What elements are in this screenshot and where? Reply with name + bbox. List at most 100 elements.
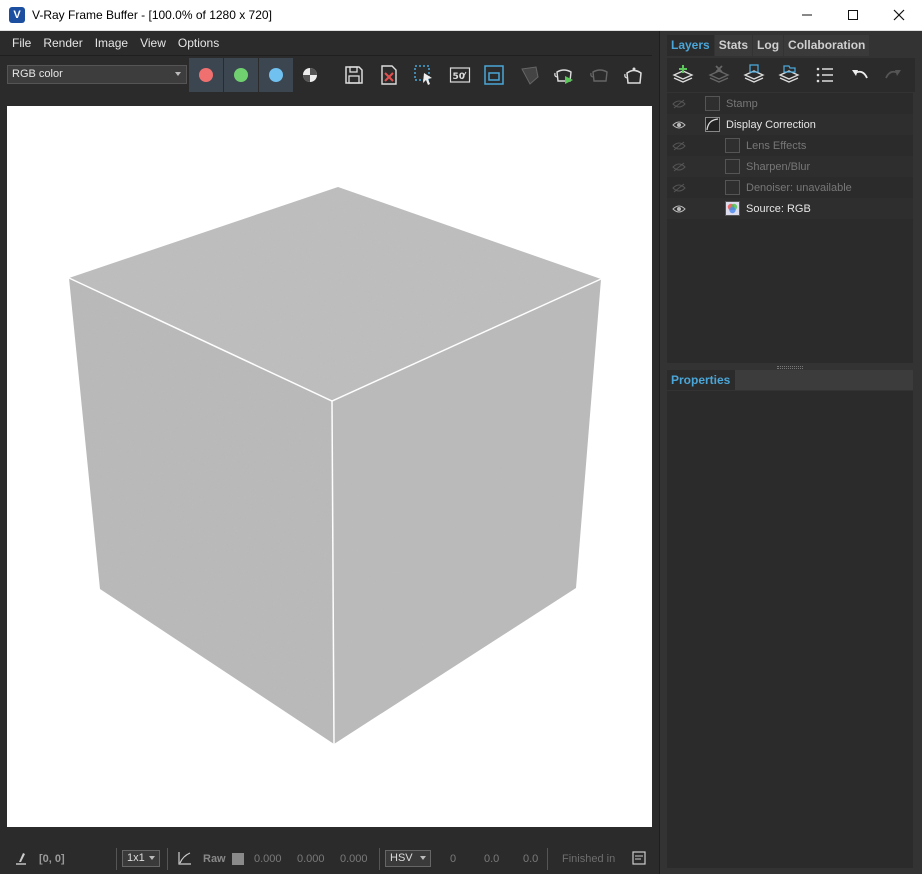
add-layer-icon <box>672 65 694 83</box>
save-layers-button[interactable] <box>741 63 767 87</box>
lens-button[interactable] <box>517 62 543 88</box>
eye-icon[interactable] <box>672 204 686 214</box>
pane-splitter[interactable] <box>652 31 659 874</box>
layer-row-denoiser[interactable]: Denoiser: unavailable <box>667 177 913 198</box>
channel-select[interactable]: RGB color <box>7 65 187 84</box>
save-image-button[interactable] <box>341 62 367 88</box>
render-viewport[interactable] <box>7 106 652 827</box>
render-interactive-icon <box>554 69 573 84</box>
layer-row-stamp[interactable]: Stamp <box>667 93 913 114</box>
curve-toggle-button[interactable] <box>177 850 193 870</box>
zoom-value: 1x1 <box>127 852 145 864</box>
minimize-icon <box>802 14 812 16</box>
chevron-down-icon <box>149 856 155 860</box>
menu-image[interactable]: Image <box>89 31 134 55</box>
blue-channel-button[interactable] <box>259 58 293 92</box>
main-toolbar: RGB color 50 <box>0 55 659 93</box>
hue-value: 0 <box>450 853 457 865</box>
layer-row-source-rgb[interactable]: Source: RGB <box>667 198 913 219</box>
region-render-icon <box>414 65 432 85</box>
vray-logo-icon: V <box>9 7 25 23</box>
layer-row-sharpen-blur[interactable]: Sharpen/Blur <box>667 156 913 177</box>
curve-icon <box>705 117 720 132</box>
layers-panel: Layers Stats Log Collaboration Stamp Dis… <box>659 31 922 874</box>
undo-icon <box>852 70 868 79</box>
green-dot-icon <box>234 68 248 82</box>
zoom-select[interactable]: 1x1 <box>122 850 160 867</box>
pixel-coords: [0, 0] <box>39 853 65 865</box>
delete-layer-button[interactable] <box>706 63 732 87</box>
layer-label: Source: RGB <box>746 202 811 215</box>
log-toggle-icon <box>632 851 646 865</box>
eye-icon[interactable] <box>672 162 686 172</box>
raw-color-swatch <box>232 853 244 865</box>
eye-icon[interactable] <box>672 183 686 193</box>
red-dot-icon <box>199 68 213 82</box>
channel-select-value: RGB color <box>12 68 63 80</box>
menu-view[interactable]: View <box>134 31 172 55</box>
layer-presets-button[interactable] <box>812 63 838 87</box>
menu-options[interactable]: Options <box>172 31 225 55</box>
layer-row-lens-effects[interactable]: Lens Effects <box>667 135 913 156</box>
layer-label: Lens Effects <box>746 139 807 152</box>
render-status: Finished in <box>562 853 616 865</box>
layer-label: Display Correction <box>726 118 816 131</box>
pixel-picker-button[interactable] <box>14 850 28 870</box>
maximize-button[interactable] <box>830 0 876 30</box>
menu-render[interactable]: Render <box>37 31 88 55</box>
add-layer-button[interactable] <box>670 63 696 87</box>
frame-button[interactable] <box>481 62 507 88</box>
layer-toolbar <box>667 58 915 92</box>
undo-button[interactable] <box>847 63 873 87</box>
redo-button[interactable] <box>880 63 906 87</box>
properties-header: Properties <box>667 370 913 390</box>
divider <box>116 848 117 870</box>
divider <box>379 848 380 870</box>
lens-icon <box>521 66 539 85</box>
eye-icon[interactable] <box>672 99 686 109</box>
saturation-value: 0.0 <box>484 853 500 865</box>
chevron-down-icon <box>420 856 426 860</box>
divider <box>547 848 548 870</box>
layer-row-display-correction[interactable]: Display Correction <box>667 114 913 135</box>
close-button[interactable] <box>876 0 922 30</box>
tab-layers[interactable]: Layers <box>667 35 714 56</box>
curve-toggle-icon <box>178 852 191 865</box>
frame-buffer-pane: File Render Image View Options RGB color <box>0 31 659 874</box>
tab-log[interactable]: Log <box>753 35 784 56</box>
mono-channel-button[interactable] <box>297 62 323 88</box>
log-toggle-button[interactable] <box>632 851 646 869</box>
tab-collaboration[interactable]: Collaboration <box>784 35 870 56</box>
color-mode-value: HSV <box>390 852 413 864</box>
color-mode-select[interactable]: HSV <box>385 850 431 867</box>
layer-label: Sharpen/Blur <box>746 160 811 173</box>
green-channel-button[interactable] <box>224 58 258 92</box>
properties-title: Properties <box>671 373 731 387</box>
clear-image-button[interactable] <box>376 62 402 88</box>
pixel-picker-icon <box>16 853 26 865</box>
minimize-button[interactable] <box>784 0 830 30</box>
window-title: V-Ray Frame Buffer - [100.0% of 1280 x 7… <box>32 8 272 22</box>
tab-stats[interactable]: Stats <box>714 35 753 56</box>
render-interactive-button[interactable] <box>551 62 577 88</box>
region-render-button[interactable] <box>411 62 437 88</box>
layer-label: Stamp <box>726 97 758 110</box>
divider <box>167 848 168 870</box>
red-channel-button[interactable] <box>189 58 223 92</box>
load-layers-button[interactable] <box>776 63 802 87</box>
blue-dot-icon <box>269 68 283 82</box>
stamp-icon <box>705 96 720 111</box>
eye-icon[interactable] <box>672 120 686 130</box>
menu-file[interactable]: File <box>6 31 37 55</box>
raw-label: Raw <box>203 853 226 865</box>
stop-render-button[interactable] <box>587 62 613 88</box>
rendered-cube-image <box>68 187 602 745</box>
delete-layer-icon <box>708 65 730 83</box>
save-layers-icon <box>743 64 765 83</box>
compare-button[interactable]: 50 <box>447 62 473 88</box>
render-icon <box>624 67 642 84</box>
eye-icon[interactable] <box>672 141 686 151</box>
blue-value: 0.000 <box>340 853 368 865</box>
layer-label: Denoiser: unavailable <box>746 181 852 194</box>
render-button[interactable] <box>621 62 647 88</box>
